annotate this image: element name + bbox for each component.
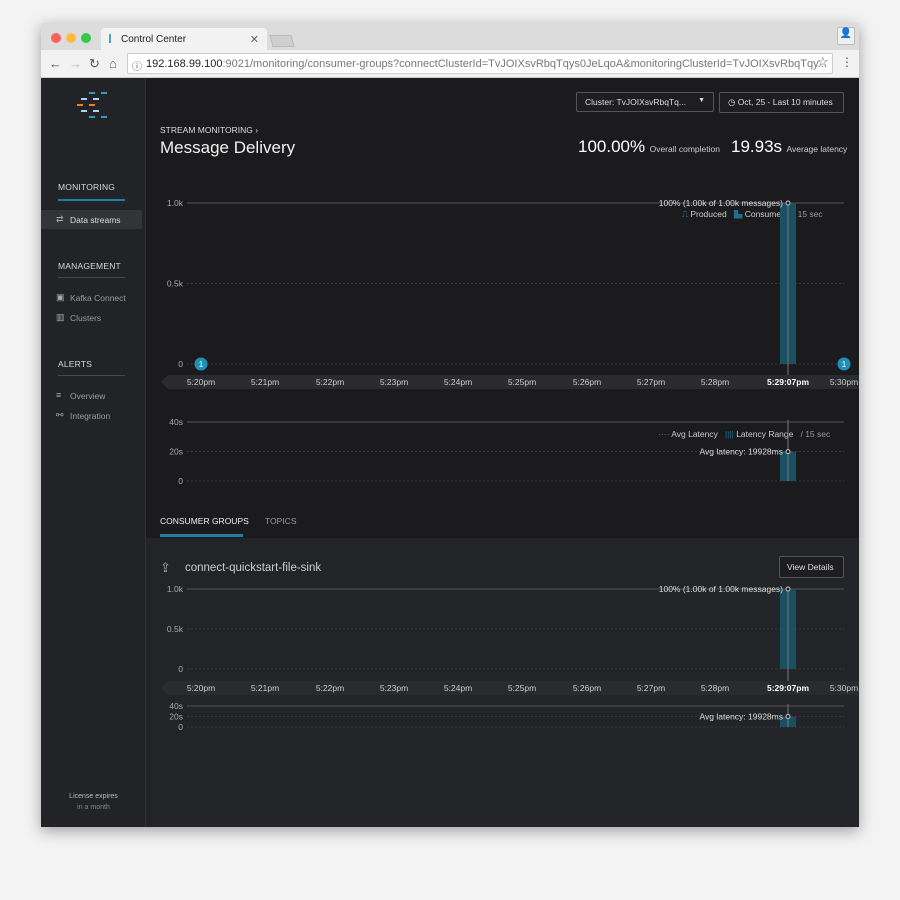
- sidebar-item-data-streams[interactable]: ⇄ Data streams: [41, 210, 142, 229]
- connect-icon: ▣: [56, 292, 65, 302]
- time-range-value: Oct, 25 - Last 10 minutes: [737, 97, 833, 107]
- latency-legend: ···· Avg Latency |||| Latency Range / 15…: [658, 429, 830, 439]
- minimize-window-button[interactable]: [66, 33, 76, 43]
- breadcrumb[interactable]: STREAM MONITORING ›: [160, 125, 258, 135]
- latency-range-icon: ||||: [724, 429, 734, 439]
- avg-latency-icon: ····: [658, 429, 670, 439]
- sidebar-item-label: Kafka Connect: [70, 293, 126, 303]
- license-notice: License expires in a month: [41, 791, 146, 813]
- menu-icon[interactable]: ⋮: [841, 55, 853, 69]
- legend-avg-latency[interactable]: Avg Latency: [671, 429, 718, 439]
- close-window-button[interactable]: [51, 33, 61, 43]
- section-divider: [58, 375, 125, 376]
- profile-icon[interactable]: 👤: [837, 27, 855, 45]
- clock-icon: ◷: [728, 97, 738, 107]
- latency-value: 19.93s: [731, 137, 783, 156]
- favicon-icon: [109, 34, 117, 43]
- sidebar-item-kafka-connect[interactable]: ▣ Kafka Connect: [41, 288, 142, 307]
- list-icon: ≡: [56, 390, 62, 400]
- url-path: :9021/monitoring/consumer-groups?connect…: [222, 58, 827, 70]
- page-title: Message Delivery: [160, 138, 296, 157]
- section-divider: [58, 199, 125, 201]
- section-divider: [58, 277, 125, 278]
- chevron-down-icon: ▼: [698, 97, 705, 104]
- sidebar-item-label: Integration: [70, 411, 111, 421]
- main-content: Cluster: TvJOIXsvRbqTq... ▼ ◷ Oct, 25 - L…: [146, 78, 859, 827]
- info-icon: ⓘ: [132, 62, 142, 73]
- back-icon[interactable]: ←: [49, 56, 62, 71]
- license-line: License expires: [69, 793, 118, 800]
- tab-consumer-groups[interactable]: CONSUMER GROUPS: [160, 516, 249, 526]
- section-management: MANAGEMENT: [58, 261, 121, 271]
- tab-title: Control Center: [121, 34, 187, 45]
- sidebar-item-label: Overview: [70, 391, 106, 401]
- interval-label: / 15 sec: [800, 429, 831, 439]
- cluster-select[interactable]: Cluster: TvJOIXsvRbqTq... ▼: [576, 92, 714, 112]
- section-alerts: ALERTS: [58, 359, 93, 369]
- new-tab-button[interactable]: [269, 35, 295, 47]
- tab-bar: Control Center ✕ 👤: [41, 23, 859, 50]
- produced-icon: ⎍: [682, 209, 688, 219]
- chart-legend: ⎍ Produced ▙ Consumed / 15 sec: [682, 209, 823, 220]
- sidebar-item-clusters[interactable]: ▥ Clusters: [41, 308, 142, 327]
- sidebar-item-integration[interactable]: ⚯ Integration: [41, 406, 142, 425]
- url-input[interactable]: ⓘ 192.168.99.100:9021/monitoring/consumer…: [127, 53, 833, 74]
- browser-tab[interactable]: Control Center ✕: [101, 28, 267, 50]
- legend-produced[interactable]: Produced: [690, 209, 726, 219]
- latency-stat: 19.93s Average latency: [731, 137, 847, 157]
- url-host: 192.168.99.100: [146, 58, 223, 70]
- completion-value: 100.00%: [578, 137, 646, 156]
- time-range-button[interactable]: ◷ Oct, 25 - Last 10 minutes: [719, 92, 844, 113]
- consumer-group-icon: ⇪: [160, 560, 171, 575]
- maximize-window-button[interactable]: [81, 33, 91, 43]
- legend-consumed[interactable]: Consumed: [745, 209, 786, 219]
- bookmark-star-icon[interactable]: ☆: [817, 54, 829, 70]
- view-details-button[interactable]: View Details: [779, 556, 844, 578]
- consumer-group-name[interactable]: connect-quickstart-file-sink: [185, 562, 321, 574]
- completion-stat: 100.00% Overall completion: [578, 137, 720, 157]
- cluster-select-value: Cluster: TvJOIXsvRbqTq...: [585, 97, 686, 107]
- sidebar-item-overview[interactable]: ≡ Overview: [41, 386, 142, 405]
- forward-icon[interactable]: →: [69, 56, 82, 71]
- breadcrumb-item: STREAM MONITORING: [160, 125, 253, 135]
- legend-latency-range[interactable]: Latency Range: [736, 429, 793, 439]
- section-monitoring: MONITORING: [58, 182, 116, 192]
- sidebar-item-label: Data streams: [70, 215, 121, 225]
- consumer-group-card: ⇪ connect-quickstart-file-sink View Deta…: [146, 538, 859, 827]
- integration-icon: ⚯: [56, 410, 64, 420]
- sidebar: MONITORING ⇄ Data streams MANAGEMENT ▣ Kaf…: [41, 78, 146, 827]
- sidebar-item-label: Clusters: [70, 313, 102, 323]
- address-bar-row: ← → ↻ ⌂ ⓘ 192.168.99.100:9021/monitoring/…: [41, 50, 859, 78]
- license-line: in a month: [77, 804, 110, 811]
- home-icon[interactable]: ⌂: [109, 56, 117, 71]
- close-tab-icon[interactable]: ✕: [250, 33, 259, 46]
- completion-label: Overall completion: [649, 144, 720, 154]
- clusters-icon: ▥: [56, 312, 65, 322]
- latency-label: Average latency: [786, 144, 848, 154]
- interval-label: / 15 sec: [792, 209, 823, 219]
- logo: [77, 92, 107, 122]
- browser-window: Control Center ✕ 👤 ← → ↻ ⌂ ⓘ 192.168.99.10…: [41, 23, 859, 827]
- tab-topics[interactable]: TOPICS: [265, 516, 297, 526]
- reload-icon[interactable]: ↻: [89, 56, 100, 72]
- active-tab-indicator: [160, 534, 243, 537]
- consumed-icon: ▙: [733, 209, 743, 219]
- arrows-icon: ⇄: [56, 214, 64, 224]
